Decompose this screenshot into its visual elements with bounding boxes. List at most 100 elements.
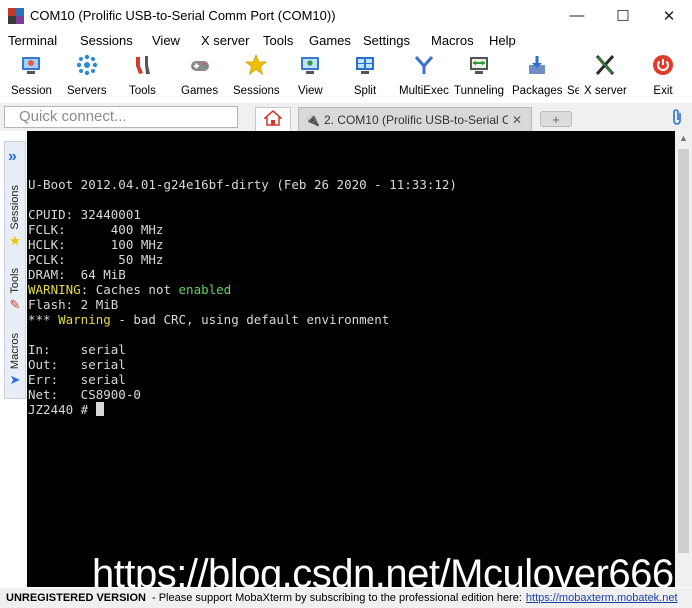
multiexec-icon [412, 53, 436, 77]
terminal-line: JZ2440 # [28, 402, 457, 417]
servers-icon [75, 53, 99, 77]
terminal-line: PCLK: 50 MHz [28, 252, 457, 267]
games-icon [188, 53, 212, 77]
tools-icon [130, 53, 154, 77]
scroll-up-icon[interactable]: ▲ [675, 133, 692, 143]
menu-games[interactable]: Games [309, 33, 351, 48]
minimize-button[interactable]: — [554, 0, 600, 31]
terminal-line: DRAM: 64 MiB [28, 267, 457, 282]
paperclip-icon[interactable] [670, 108, 684, 131]
terminal-text: FCLK: 400 MHz [28, 222, 164, 237]
terminal-line: Net: CS8900-0 [28, 387, 457, 402]
sidebar-expand-icon[interactable]: » [8, 148, 17, 166]
menu-x-server[interactable]: X server [201, 33, 249, 48]
toolbar-settings-button[interactable]: Se [567, 53, 579, 97]
menu-view[interactable]: View [152, 33, 180, 48]
terminal-scrollbar[interactable]: ▲ [675, 131, 692, 587]
close-button[interactable]: ✕ [646, 0, 692, 31]
toolbar-tunneling-button[interactable]: Tunneling [454, 53, 504, 97]
mobaxterm-app-icon [8, 7, 24, 24]
sidebar-tab-sessions[interactable]: Sessions ★ [4, 185, 26, 249]
menu-settings[interactable]: Settings [363, 33, 410, 48]
star-icon [244, 53, 268, 77]
terminal-cursor [95, 402, 104, 416]
terminal-text: Net: CS8900-0 [28, 387, 141, 402]
tab-label: 2. COM10 (Prolific USB-to-Serial C [323, 112, 508, 127]
toolbar: Session Servers Tools Games Sessions Vie… [0, 51, 692, 103]
terminal-output: U-Boot 2012.04.01-g24e16bf-dirty (Feb 26… [28, 162, 457, 417]
terminal-line: Err: serial [28, 372, 457, 387]
menu-tools[interactable]: Tools [263, 33, 293, 48]
toolbar-session-button[interactable]: Session [11, 53, 52, 97]
session-icon [19, 53, 43, 77]
menu-terminal[interactable]: Terminal [8, 33, 57, 48]
tab-row: Quick connect... 🔌 2. COM10 (Prolific US… [0, 103, 692, 131]
title-bar: COM10 (Prolific USB-to-Serial Comm Port … [0, 0, 692, 31]
terminal-line: CPUID: 32440001 [28, 207, 457, 222]
terminal-line: *** Warning - bad CRC, using default env… [28, 312, 457, 327]
tab-com10-session[interactable]: 🔌 2. COM10 (Prolific USB-to-Serial C ✕ [298, 107, 532, 131]
toolbar-tools-button[interactable]: Tools [129, 53, 156, 97]
star-icon: ★ [9, 232, 21, 248]
power-icon [651, 53, 675, 77]
terminal-line: WARNING: Caches not enabled [28, 282, 457, 297]
x-server-icon [593, 53, 617, 77]
terminal-text: CPUID: 32440001 [28, 207, 141, 222]
quick-connect-input[interactable]: Quick connect... [4, 106, 238, 128]
toolbar-games-button[interactable]: Games [181, 53, 218, 97]
terminal-line: Out: serial [28, 357, 457, 372]
terminal-line: Flash: 2 MiB [28, 297, 457, 312]
toolbar-exit-button[interactable]: Exit [651, 53, 675, 97]
terminal-segment: WARNING [28, 282, 81, 297]
split-icon [353, 53, 377, 77]
menu-help[interactable]: Help [489, 33, 516, 48]
maximize-button[interactable]: ☐ [600, 0, 646, 31]
terminal-line: HCLK: 100 MHz [28, 237, 457, 252]
terminal-text: PCLK: 50 MHz [28, 252, 164, 267]
terminal-segment: - bad CRC, using default environment [110, 312, 390, 327]
tunneling-icon [467, 53, 491, 77]
serial-port-icon: 🔌 [305, 112, 320, 127]
window-title: COM10 (Prolific USB-to-Serial Comm Port … [30, 8, 336, 23]
terminal-text: In: serial [28, 342, 126, 357]
toolbar-multiexec-button[interactable]: MultiExec [399, 53, 449, 97]
menu-macros[interactable]: Macros [431, 33, 474, 48]
toolbar-view-button[interactable]: View [298, 53, 323, 97]
send-icon: ➤ [9, 372, 21, 388]
toolbar-split-button[interactable]: Split [353, 53, 377, 97]
terminal-text: Flash: 2 MiB [28, 297, 119, 312]
new-tab-button[interactable]: + [540, 111, 572, 127]
mobaxterm-link[interactable]: https://mobaxterm.mobatek.net [526, 592, 678, 604]
home-tab[interactable] [255, 107, 291, 131]
unregistered-label: UNREGISTERED VERSION [6, 592, 146, 604]
toolbar-servers-button[interactable]: Servers [67, 53, 107, 97]
toolbar-sessions-button[interactable]: Sessions [233, 53, 280, 97]
shell-prompt: JZ2440 # [28, 402, 96, 417]
scroll-thumb[interactable] [678, 149, 689, 553]
sidebar-tab-macros[interactable]: Macros ➤ [4, 333, 26, 388]
home-icon [263, 109, 283, 130]
terminal-segment: : Caches not [80, 282, 179, 297]
sidebar-tab-tools[interactable]: Tools ✎ [4, 268, 26, 313]
terminal-text: U-Boot 2012.04.01-g24e16bf-dirty (Feb 26… [28, 177, 457, 192]
terminal-line: FCLK: 400 MHz [28, 222, 457, 237]
tools-icon: ✎ [9, 296, 21, 312]
terminal-segment: *** [28, 312, 59, 327]
terminal-segment: enabled [178, 282, 232, 297]
terminal-text: Err: serial [28, 372, 126, 387]
terminal-line: In: serial [28, 342, 457, 357]
menu-sessions[interactable]: Sessions [80, 33, 133, 48]
settings-icon [567, 53, 579, 77]
status-bar: UNREGISTERED VERSION - Please support Mo… [0, 588, 692, 608]
status-message: - Please support MobaXterm by subscribin… [151, 592, 522, 604]
toolbar-packages-button[interactable]: Packages [512, 53, 563, 97]
terminal-line: U-Boot 2012.04.01-g24e16bf-dirty (Feb 26… [28, 177, 457, 192]
packages-icon [525, 53, 549, 77]
toolbar-x-server-button[interactable]: X server [584, 53, 627, 97]
terminal-screen[interactable]: U-Boot 2012.04.01-g24e16bf-dirty (Feb 26… [27, 131, 675, 587]
terminal-text: Out: serial [28, 357, 126, 372]
tab-close-icon[interactable]: ✕ [512, 113, 522, 127]
